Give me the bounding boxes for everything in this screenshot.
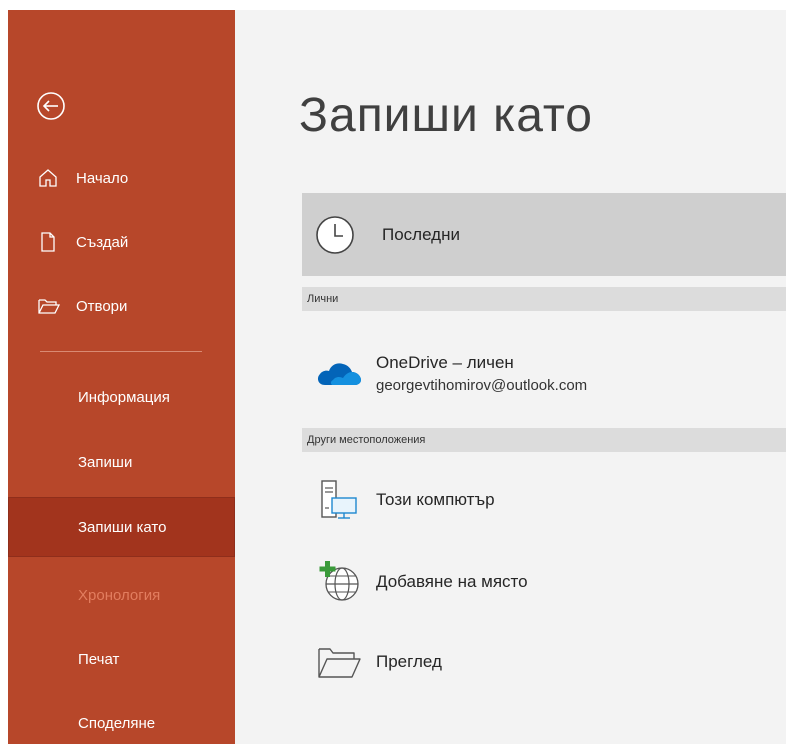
backstage-main: Запиши като Последни Лични OneDrive – ли… bbox=[235, 10, 786, 744]
browse-folder-icon bbox=[310, 639, 368, 685]
sidebar-item-print[interactable]: Печат bbox=[8, 631, 235, 687]
clock-icon bbox=[314, 214, 356, 256]
section-header-other-locations: Други местоположения bbox=[302, 428, 786, 452]
onedrive-email: georgevtihomirov@outlook.com bbox=[376, 376, 588, 394]
recent-location[interactable]: Последни bbox=[302, 193, 786, 276]
section-header-label: Лични bbox=[307, 293, 339, 305]
page-title: Запиши като bbox=[299, 89, 593, 142]
onedrive-personal-location[interactable]: OneDrive – личен georgevtihomirov@outloo… bbox=[302, 343, 786, 403]
open-folder-icon bbox=[38, 297, 64, 315]
sidebar-item-home[interactable]: Начало bbox=[8, 154, 235, 202]
sidebar-divider bbox=[40, 351, 202, 352]
sidebar-item-label: Създай bbox=[76, 233, 129, 251]
onedrive-cloud-icon bbox=[310, 350, 368, 396]
this-pc-location[interactable]: Този компютър bbox=[302, 472, 786, 528]
new-document-icon bbox=[38, 231, 64, 253]
sidebar-item-new[interactable]: Създай bbox=[8, 218, 235, 266]
sidebar-item-label: Хронология bbox=[78, 586, 161, 604]
section-header-label: Други местоположения bbox=[307, 434, 426, 446]
add-place-globe-icon bbox=[310, 559, 368, 605]
sidebar-item-label: Отвори bbox=[76, 297, 128, 315]
onedrive-title: OneDrive – личен bbox=[376, 352, 514, 372]
sidebar-item-label: Информация bbox=[78, 388, 170, 406]
computer-icon bbox=[310, 477, 368, 523]
sidebar-item-history: Хронология bbox=[8, 567, 235, 623]
recent-label: Последни bbox=[382, 224, 460, 244]
browse-label: Преглед bbox=[376, 652, 442, 671]
sidebar-item-open[interactable]: Отвори bbox=[8, 282, 235, 330]
add-place-label: Добавяне на място bbox=[376, 572, 528, 591]
back-arrow-icon bbox=[37, 92, 65, 120]
sidebar-item-save-as[interactable]: Запиши като bbox=[8, 497, 235, 557]
home-icon bbox=[38, 168, 64, 188]
backstage-sidebar: Начало Създай Отвори Информация Запиши З… bbox=[8, 10, 235, 744]
back-button[interactable] bbox=[33, 88, 69, 124]
this-pc-label: Този компютър bbox=[376, 490, 495, 509]
sidebar-item-save[interactable]: Запиши bbox=[8, 434, 235, 490]
sidebar-item-label: Запиши bbox=[78, 453, 133, 471]
sidebar-item-label: Начало bbox=[76, 169, 129, 187]
add-place-location[interactable]: Добавяне на място bbox=[302, 554, 786, 610]
sidebar-item-label: Печат bbox=[78, 650, 120, 668]
sidebar-item-info[interactable]: Информация bbox=[8, 369, 235, 425]
sidebar-item-share[interactable]: Споделяне bbox=[8, 695, 235, 751]
section-header-personal: Лични bbox=[302, 287, 786, 311]
sidebar-item-label: Запиши като bbox=[78, 518, 167, 536]
sidebar-item-label: Споделяне bbox=[78, 714, 156, 732]
browse-location[interactable]: Преглед bbox=[302, 634, 786, 690]
